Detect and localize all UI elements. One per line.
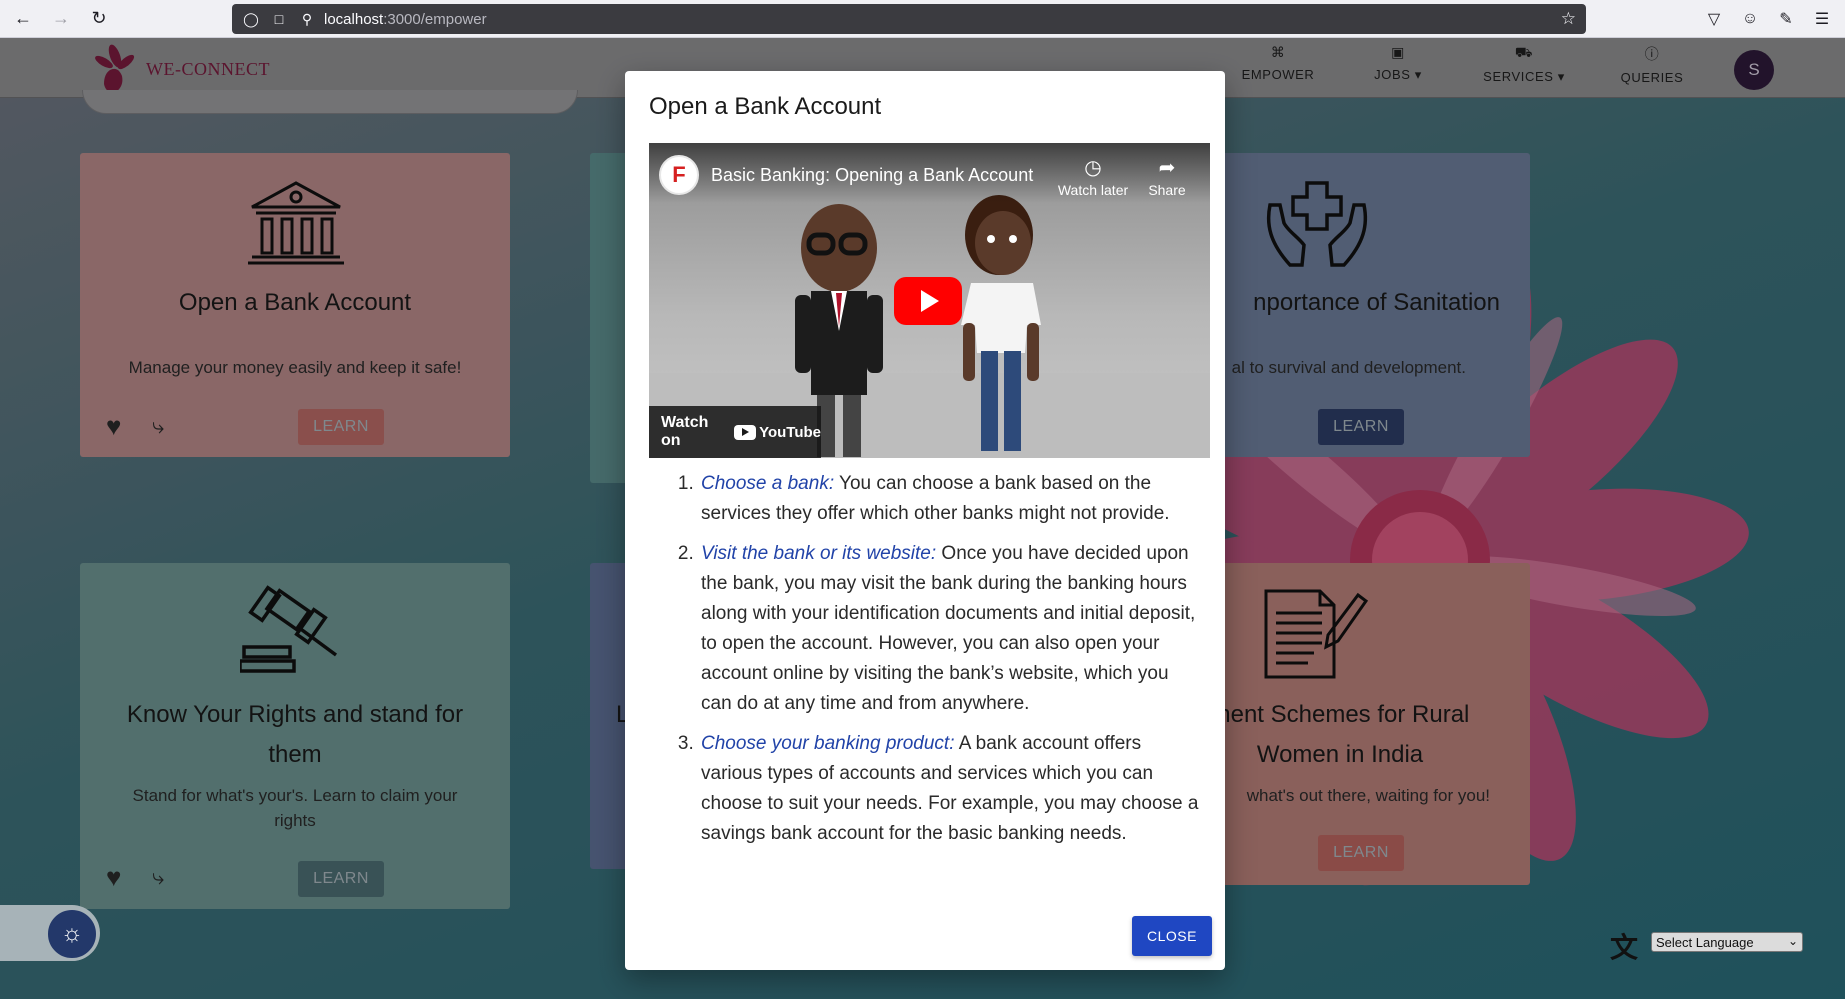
- sun-icon[interactable]: ☼: [45, 907, 99, 961]
- watch-on-youtube-link[interactable]: Watch on YouTube: [649, 406, 821, 458]
- step-heading: Choose your banking product:: [701, 733, 955, 754]
- steps-list: Choose a bank: You can choose a bank bas…: [649, 469, 1201, 849]
- address-bar[interactable]: ◯ □ ⚲ localhost:3000/empower ☆: [232, 4, 1586, 34]
- shield-icon[interactable]: ◯: [242, 11, 260, 28]
- step-heading: Choose a bank:: [701, 473, 835, 494]
- list-item: Choose a bank: You can choose a bank bas…: [699, 469, 1201, 529]
- learn-modal: Open a Bank Account F Basic Banking: Ope…: [625, 71, 1225, 970]
- youtube-video-embed[interactable]: F Basic Banking: Opening a Bank Account …: [649, 143, 1210, 458]
- watch-later-label: Watch later: [1057, 182, 1129, 198]
- bookmark-star-icon[interactable]: ☆: [1561, 9, 1576, 29]
- pocket-icon[interactable]: ▽: [1699, 4, 1729, 34]
- forward-arrow-icon[interactable]: →: [46, 4, 76, 34]
- share-arrow-icon: ➦: [1158, 157, 1176, 179]
- back-arrow-icon[interactable]: ←: [8, 4, 38, 34]
- watch-later-button[interactable]: ◷ Watch later: [1053, 155, 1133, 198]
- language-select[interactable]: Select Language ⌄: [1651, 932, 1803, 952]
- translate-icon: 文: [1610, 932, 1639, 963]
- channel-logo-icon[interactable]: F: [659, 155, 699, 195]
- chevron-down-icon: ⌄: [1787, 934, 1798, 948]
- account-icon[interactable]: ☺: [1735, 4, 1765, 34]
- key-icon[interactable]: ⚲: [298, 11, 316, 28]
- reload-icon[interactable]: ↻: [84, 4, 114, 34]
- youtube-label: YouTube: [759, 423, 821, 441]
- share-video-button[interactable]: ➦ Share: [1127, 155, 1207, 198]
- video-title[interactable]: Basic Banking: Opening a Bank Account: [711, 165, 1033, 186]
- menu-icon[interactable]: ☰: [1807, 4, 1837, 34]
- modal-body[interactable]: Choose a bank: You can choose a bank bas…: [649, 469, 1201, 899]
- play-button[interactable]: [894, 277, 962, 325]
- url-text: localhost:3000/empower: [324, 10, 487, 28]
- step-text: Once you have decided upon the bank, you…: [701, 543, 1196, 714]
- page-icon: □: [274, 11, 284, 27]
- extensions-icon[interactable]: ✎: [1771, 4, 1801, 34]
- toolbar-right-icons: ▽ ☺ ✎ ☰: [1699, 4, 1837, 34]
- modal-title: Open a Bank Account: [649, 93, 882, 120]
- list-item: Visit the bank or its website: Once you …: [699, 539, 1201, 719]
- list-item: Choose your banking product: A bank acco…: [699, 729, 1201, 849]
- step-heading: Visit the bank or its website:: [701, 543, 937, 564]
- language-select-value: Select Language: [1656, 934, 1754, 950]
- share-label: Share: [1148, 182, 1186, 198]
- youtube-logo-icon: YouTube: [734, 424, 821, 441]
- play-icon: [921, 290, 939, 312]
- watch-on-label: Watch on: [661, 414, 709, 449]
- close-button[interactable]: CLOSE: [1132, 916, 1212, 956]
- clock-icon: ◷: [1084, 157, 1102, 179]
- browser-toolbar: ← → ↻ ◯ □ ⚲ localhost:3000/empower ☆ ▽ ☺…: [0, 0, 1845, 38]
